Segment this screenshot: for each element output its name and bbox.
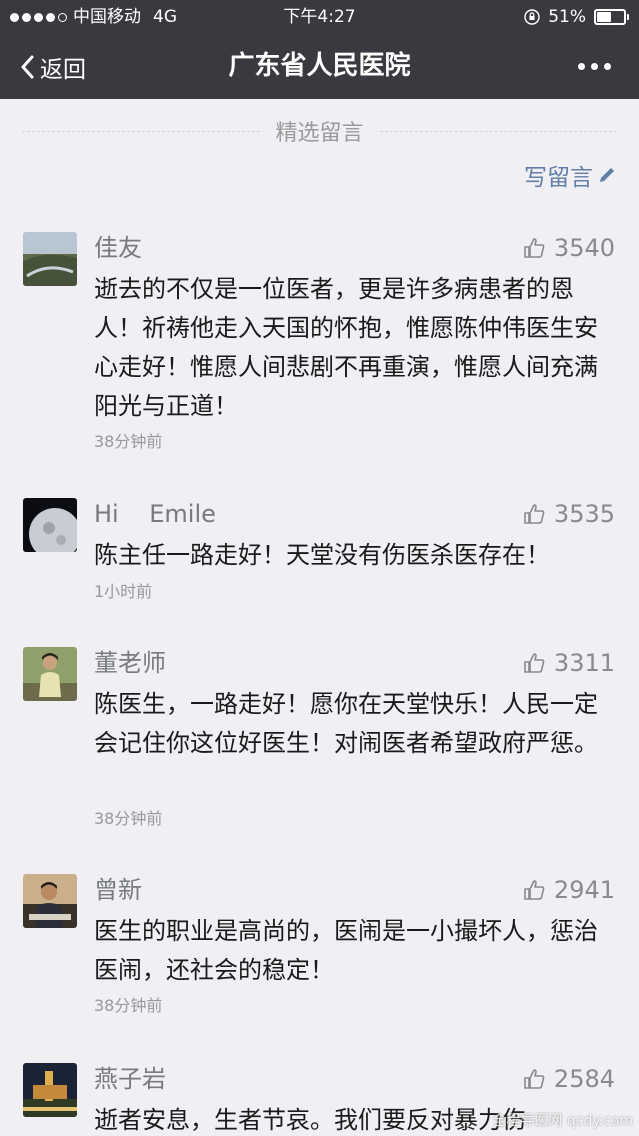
divider — [22, 130, 260, 132]
more-dot — [604, 63, 611, 70]
like-count: 3311 — [553, 649, 615, 677]
like-count: 2941 — [553, 876, 615, 904]
thumbs-up-icon — [524, 238, 545, 258]
more-dot — [591, 63, 598, 70]
comment-time: 1小时前 — [94, 582, 153, 601]
thumbs-up-icon — [524, 653, 545, 673]
comment-item: Hi Emile 3535 陈主任一路走好！天堂没有伤医杀医存在！ 1小时前 — [0, 498, 639, 608]
thumbs-up-icon — [524, 504, 545, 524]
comment-author[interactable]: 燕子岩 — [94, 1063, 166, 1095]
like-button[interactable]: 3540 — [523, 232, 615, 264]
battery-percent: 51% — [548, 7, 586, 27]
write-comment-label: 写留言 — [524, 165, 593, 191]
more-button[interactable] — [578, 34, 611, 99]
comment-time: 38分钟前 — [94, 996, 163, 1015]
comment-text: 医生的职业是高尚的，医闹是一小撮坏人，惩治医闹，还社会的稳定！ — [94, 917, 598, 984]
chevron-left-icon — [21, 55, 34, 78]
avatar[interactable] — [23, 232, 77, 286]
comment-time: 38分钟前 — [94, 809, 163, 828]
like-count: 3540 — [553, 234, 615, 262]
comment-author[interactable]: 佳友 — [94, 232, 142, 264]
watermark: 全程导医网 qcdy.com — [492, 1113, 633, 1129]
back-button[interactable]: 返回 — [20, 34, 86, 99]
nav-bar: 返回 广东省人民医院 — [0, 34, 639, 99]
like-button[interactable]: 2584 — [523, 1063, 615, 1095]
comment-time: 38分钟前 — [94, 432, 163, 451]
like-count: 3535 — [553, 500, 615, 528]
avatar[interactable] — [23, 647, 77, 701]
avatar[interactable] — [23, 874, 77, 928]
divider — [379, 130, 618, 132]
section-header: 精选留言 — [22, 114, 618, 148]
status-bar: 中国移动 4G 下午4:27 51% — [0, 0, 639, 34]
back-label: 返回 — [40, 56, 86, 83]
comment-author[interactable]: 曾新 — [94, 874, 142, 906]
like-count: 2584 — [553, 1065, 615, 1093]
avatar[interactable] — [23, 1063, 77, 1117]
thumbs-up-icon — [524, 1069, 545, 1089]
comment-item: 董老师 3311 陈医生，一路走好！愿你在天堂快乐！人民一定会记住你这位好医生！… — [0, 647, 639, 837]
rotation-lock-icon — [524, 9, 540, 25]
comment-author[interactable]: Hi Emile — [94, 498, 216, 530]
avatar[interactable] — [23, 498, 77, 552]
section-title: 精选留言 — [275, 121, 364, 146]
status-right: 51% — [524, 0, 629, 34]
page-title: 广东省人民医院 — [228, 51, 411, 81]
comment-text: 陈主任一路走好！天堂没有伤医杀医存在！ — [94, 541, 550, 569]
more-dots-icon — [578, 63, 585, 70]
thumbs-up-icon — [524, 880, 545, 900]
like-button[interactable]: 2941 — [523, 874, 615, 906]
like-button[interactable]: 3311 — [523, 647, 615, 679]
like-button[interactable]: 3535 — [523, 498, 615, 530]
write-comment-button[interactable]: 写留言 — [524, 158, 617, 192]
comment-item: 佳友 3540 逝去的不仅是一位医者，更是许多病患者的恩人！祈祷他走入天国的怀抱… — [0, 232, 639, 462]
battery-icon — [594, 9, 629, 25]
comment-author[interactable]: 董老师 — [94, 647, 166, 679]
comment-text: 逝去的不仅是一位医者，更是许多病患者的恩人！祈祷他走入天国的怀抱，惟愿陈仲伟医生… — [94, 275, 598, 420]
comment-text: 陈医生，一路走好！愿你在天堂快乐！人民一定会记住你这位好医生！对闹医者希望政府严… — [94, 690, 598, 757]
pencil-icon — [600, 168, 614, 182]
comment-item: 曾新 2941 医生的职业是高尚的，医闹是一小撮坏人，惩治医闹，还社会的稳定！ … — [0, 874, 639, 1024]
